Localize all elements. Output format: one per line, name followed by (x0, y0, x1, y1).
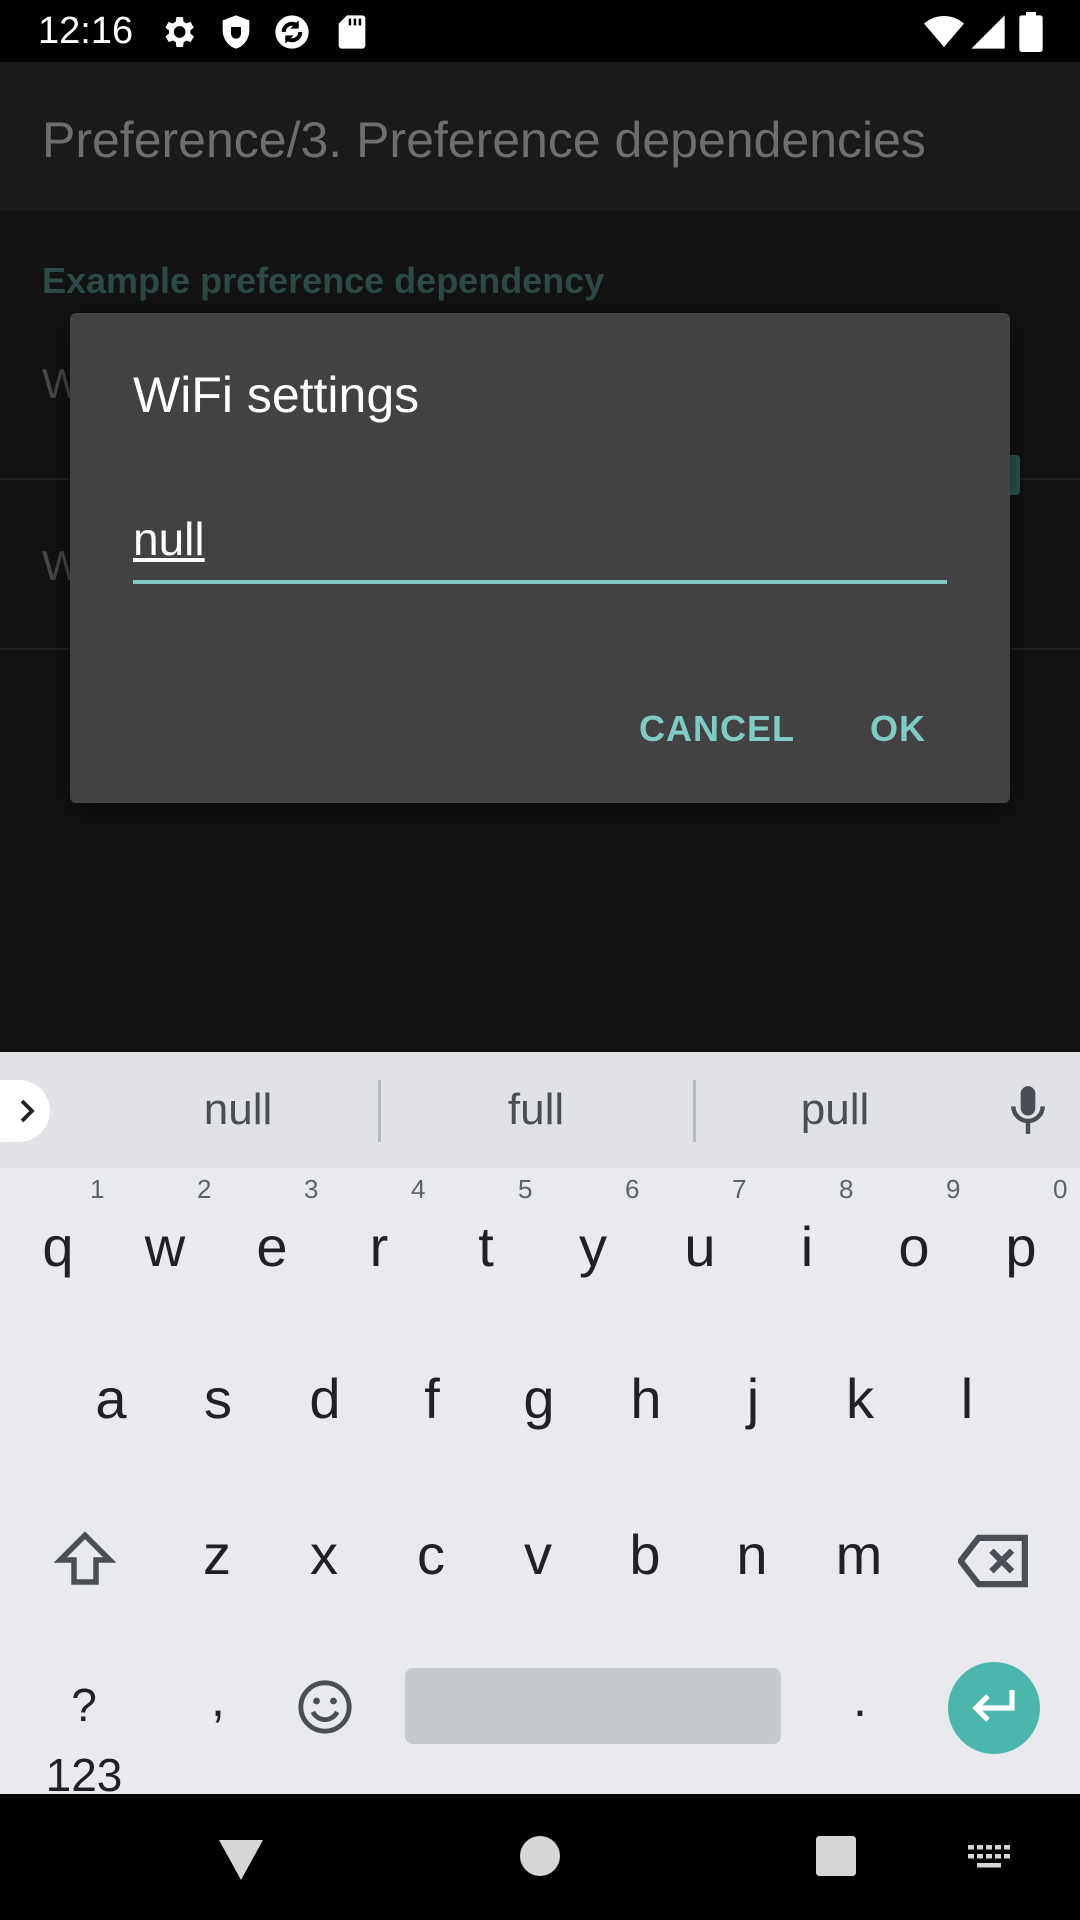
key-x[interactable]: x (274, 1520, 374, 1590)
key-hint: 7 (732, 1174, 747, 1204)
app-bar: Preference/3. Preference dependencies (0, 62, 1080, 210)
wifi-icon (924, 16, 964, 47)
preference-category-title: Example preference dependency (42, 260, 605, 301)
key-hint: 5 (518, 1174, 533, 1204)
edit-text-dialog: WiFi settings null CANCEL OK (70, 313, 1010, 803)
key-g[interactable]: g (489, 1364, 589, 1434)
battery-icon (1019, 12, 1043, 52)
key-l[interactable]: l (917, 1364, 1017, 1434)
settings-icon (165, 17, 194, 47)
home-icon[interactable] (520, 1836, 560, 1876)
emoji-icon[interactable] (296, 1678, 354, 1736)
text-input-value[interactable]: null (133, 511, 205, 567)
suggestion-1[interactable]: null (88, 1082, 388, 1138)
suggestion-2[interactable]: full (386, 1082, 686, 1138)
cancel-button[interactable]: CANCEL (639, 706, 795, 752)
page-title: Preference/3. Preference dependencies (42, 112, 926, 168)
key-j[interactable]: j (703, 1364, 803, 1434)
sync-icon (275, 15, 309, 49)
key-o[interactable]: o (864, 1212, 964, 1282)
back-icon[interactable] (216, 1838, 266, 1882)
key-f[interactable]: f (382, 1364, 482, 1434)
key-b[interactable]: b (595, 1520, 695, 1590)
key-h[interactable]: h (596, 1364, 696, 1434)
navigation-bar (0, 1794, 1080, 1920)
key-e[interactable]: e (222, 1212, 322, 1282)
keyboard-switch-icon[interactable] (968, 1844, 1010, 1870)
key-r[interactable]: r (329, 1212, 429, 1282)
text-input-field[interactable] (133, 508, 947, 584)
enter-key[interactable] (948, 1662, 1040, 1754)
microphone-icon[interactable] (1006, 1084, 1050, 1136)
suggestion-divider (378, 1080, 381, 1142)
key-n[interactable]: n (702, 1520, 802, 1590)
key-hint: 8 (839, 1174, 854, 1204)
key-a[interactable]: a (61, 1364, 161, 1434)
sd-card-icon (338, 15, 366, 49)
key-s[interactable]: s (168, 1364, 268, 1434)
status-bar: 12:16 (0, 0, 1080, 62)
key-u[interactable]: u (650, 1212, 750, 1282)
key-hint: 3 (304, 1174, 319, 1204)
key-v[interactable]: v (488, 1520, 588, 1590)
key-w[interactable]: w (115, 1212, 215, 1282)
key-hint: 1 (90, 1174, 105, 1204)
key-hint: 9 (946, 1174, 961, 1204)
key-z[interactable]: z (167, 1520, 267, 1590)
key-m[interactable]: m (809, 1520, 909, 1590)
key-hint: 6 (625, 1174, 640, 1204)
chevron-right-icon (20, 1099, 35, 1123)
key-p[interactable]: p (971, 1212, 1071, 1282)
key-k[interactable]: k (810, 1364, 910, 1434)
key-hint: 4 (411, 1174, 426, 1204)
backspace-icon[interactable] (958, 1532, 1030, 1590)
suggestion-3[interactable]: pull (685, 1082, 985, 1138)
symbols-key[interactable]: ?123 (34, 1670, 134, 1810)
enter-arrow-icon (972, 1690, 1015, 1722)
key-c[interactable]: c (381, 1520, 481, 1590)
ok-button[interactable]: OK (870, 706, 926, 752)
key-d[interactable]: d (275, 1364, 375, 1434)
status-time: 12:16 (38, 10, 134, 52)
recents-icon[interactable] (816, 1836, 856, 1876)
dialog-title: WiFi settings (133, 367, 420, 423)
suggestion-strip: null full pull (0, 1052, 1080, 1168)
shift-icon[interactable] (52, 1527, 118, 1593)
key-hint: 0 (1053, 1174, 1068, 1204)
key-i[interactable]: i (757, 1212, 857, 1282)
key-t[interactable]: t (436, 1212, 536, 1282)
period-key[interactable]: . (810, 1664, 910, 1734)
key-q[interactable]: q (8, 1212, 108, 1282)
soft-keyboard: null full pull ?123 , . q1w2e3r4t5y6u7i8… (0, 1052, 1080, 1801)
shield-icon (222, 15, 250, 49)
space-bar[interactable] (405, 1668, 781, 1744)
key-y[interactable]: y (543, 1212, 643, 1282)
signal-icon (971, 15, 1005, 49)
comma-key[interactable]: , (168, 1664, 268, 1734)
expand-toolbar-button[interactable] (0, 1080, 50, 1142)
key-hint: 2 (197, 1174, 212, 1204)
